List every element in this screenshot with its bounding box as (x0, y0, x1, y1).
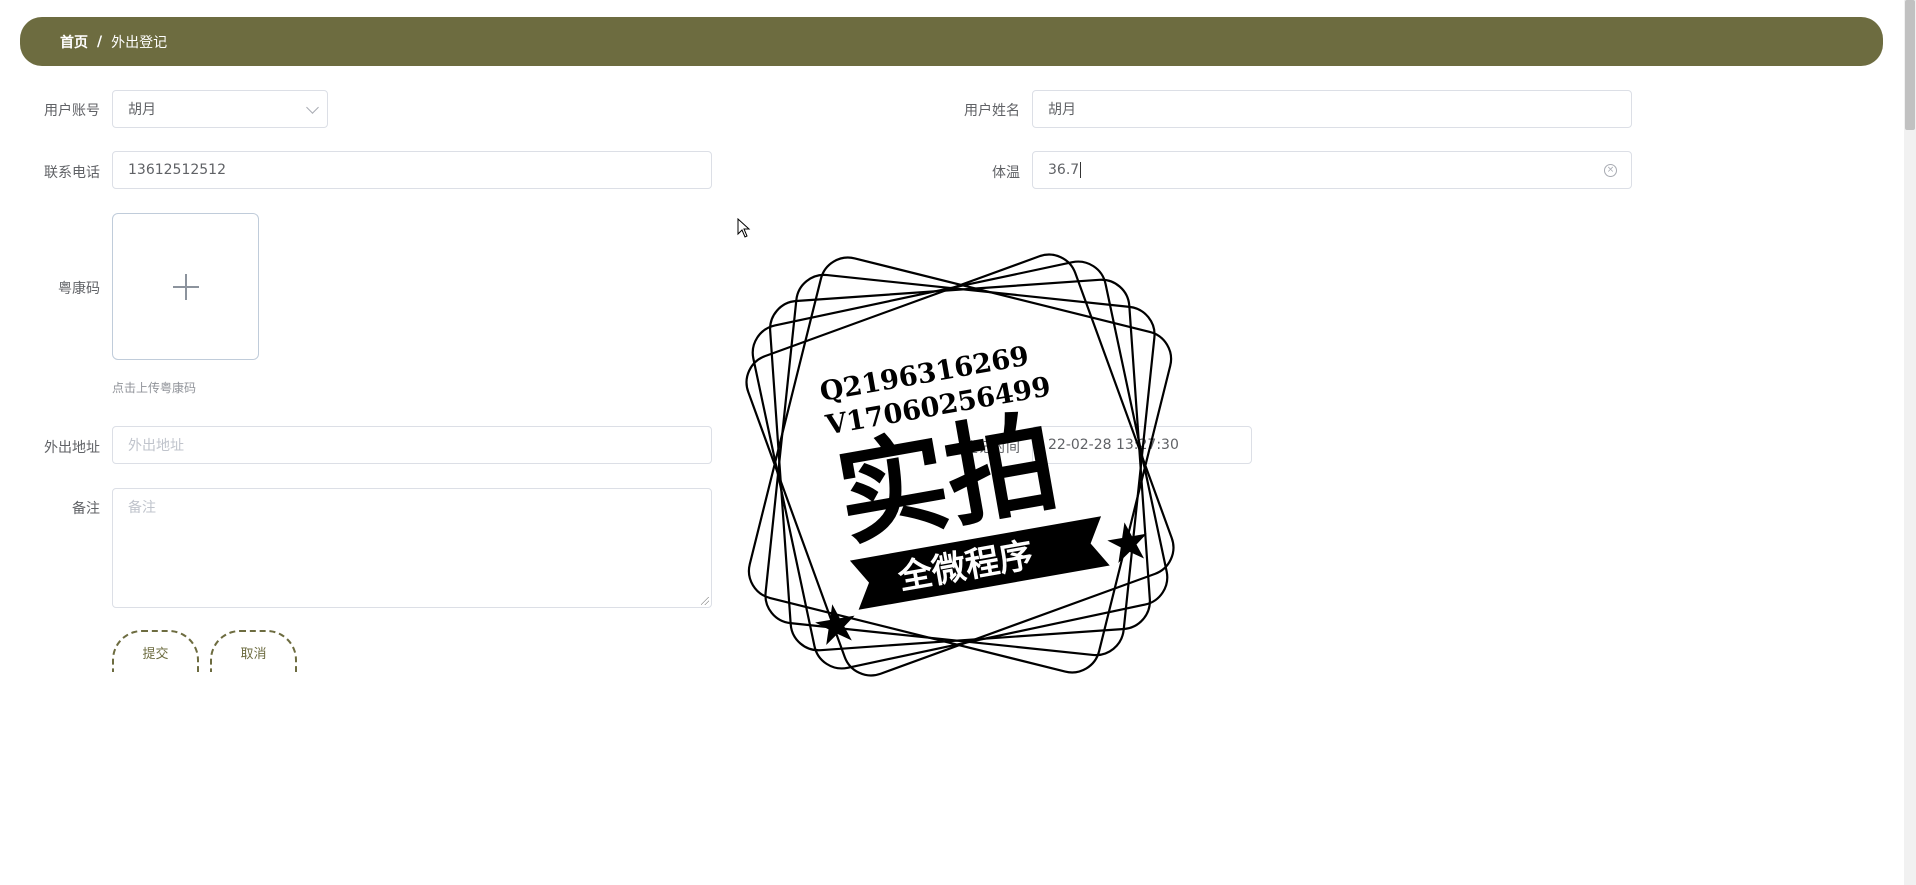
watermark-stamp: Q2196316269 V17060256499 实拍 全微程序 (745, 253, 1175, 677)
remark-textarea[interactable]: 备注 (112, 488, 712, 608)
phone-input[interactable]: 13612512512 (112, 151, 712, 189)
chevron-down-icon (306, 101, 319, 114)
name-value: 胡月 (1048, 102, 1076, 118)
remark-placeholder: 备注 (128, 500, 156, 516)
health-code-hint: 点击上传粤康码 (112, 381, 197, 395)
resize-handle-icon[interactable] (701, 597, 709, 605)
address-label: 外出地址 (44, 440, 100, 456)
breadcrumb-current: 外出登记 (111, 34, 168, 51)
submit-button[interactable]: 提交 (112, 630, 199, 672)
clear-icon[interactable]: × (1604, 164, 1617, 177)
breadcrumb-separator: / (97, 33, 103, 50)
account-value: 胡月 (128, 102, 156, 118)
breadcrumb-home[interactable]: 首页 (60, 32, 88, 52)
account-label: 用户账号 (44, 103, 100, 119)
star-icon (815, 604, 855, 645)
breadcrumb: 首页 / 外出登记 (20, 17, 1883, 66)
temperature-label: 体温 (992, 165, 1020, 181)
remark-label: 备注 (72, 501, 100, 517)
scrollbar-thumb[interactable] (1905, 0, 1915, 130)
plus-icon (172, 273, 199, 300)
name-input[interactable]: 胡月 (1032, 90, 1632, 128)
phone-label: 联系电话 (44, 165, 100, 181)
address-placeholder: 外出地址 (128, 438, 184, 454)
temperature-input[interactable]: 36.7 × (1032, 151, 1632, 189)
account-select[interactable]: 胡月 (112, 90, 328, 128)
scrollbar[interactable] (1904, 0, 1916, 885)
health-code-upload[interactable] (112, 213, 259, 360)
health-code-label: 粤康码 (58, 281, 100, 297)
cancel-button[interactable]: 取消 (210, 630, 297, 672)
phone-value: 13612512512 (128, 162, 226, 178)
temperature-value: 36.7 (1048, 162, 1080, 178)
name-label: 用户姓名 (964, 103, 1020, 119)
mouse-cursor-icon (737, 218, 751, 238)
address-input[interactable]: 外出地址 (112, 426, 712, 464)
text-caret (1080, 162, 1082, 178)
